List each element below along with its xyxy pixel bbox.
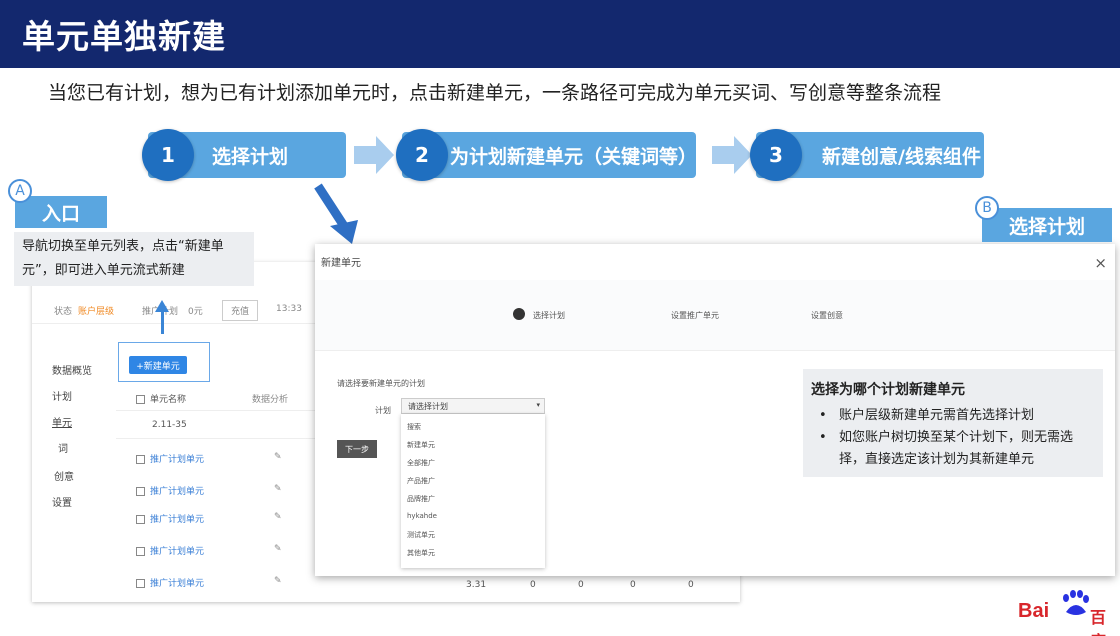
- row-checkbox[interactable]: [136, 579, 145, 588]
- unit-link[interactable]: 推广计划单元: [150, 455, 204, 465]
- plan-select[interactable]: 请选择计划 ▾: [401, 398, 545, 414]
- dialog-step-3: 设置创意: [811, 311, 843, 320]
- recharge-button[interactable]: 充值: [222, 300, 259, 321]
- dropdown-option[interactable]: 全部推广: [407, 458, 435, 468]
- logo-suffix: 百度: [1090, 610, 1107, 636]
- step-3: 3 新建创意/线索组件: [750, 129, 984, 181]
- current-step-dot: [513, 308, 525, 320]
- dialog-step-bar: 选择计划 设置推广单元 设置创意: [315, 280, 1115, 350]
- dropdown-option[interactable]: 其他单元: [407, 548, 435, 558]
- divider: [315, 350, 1115, 351]
- dropdown-option[interactable]: hykahde: [407, 512, 437, 520]
- table-row: 推广计划单元 ✎: [136, 484, 336, 497]
- dropdown-option[interactable]: 新建单元: [407, 440, 435, 450]
- select-all-checkbox[interactable]: [136, 395, 145, 404]
- sidebar-item-plan[interactable]: 计划: [52, 388, 72, 403]
- foot-value: 0: [578, 580, 584, 590]
- sidebar-item-overview[interactable]: 数据概览: [52, 362, 92, 377]
- plan-select-value: 请选择计划: [408, 402, 448, 411]
- header-bar: 单元单独新建: [0, 0, 1120, 68]
- step-1-number: 1: [142, 129, 194, 181]
- foot-value: 0: [630, 580, 636, 590]
- unit-name: 2.11-35: [152, 420, 187, 430]
- unit-link[interactable]: 推广计划单元: [150, 515, 204, 525]
- row-checkbox[interactable]: [136, 455, 145, 464]
- edit-icon[interactable]: ✎: [274, 544, 282, 554]
- unit-link[interactable]: 推广计划单元: [150, 487, 204, 497]
- row-checkbox[interactable]: [136, 515, 145, 524]
- note-title: 选择为哪个计划新建单元: [811, 382, 965, 398]
- edit-icon[interactable]: ✎: [274, 576, 282, 586]
- table-row: 推广计划单元 ✎: [136, 452, 336, 465]
- logo-text: Bai: [1018, 600, 1050, 622]
- edit-icon[interactable]: ✎: [274, 512, 282, 522]
- topbar-item: 13:33: [276, 304, 302, 314]
- step-3-label: 新建创意/线索组件: [822, 145, 981, 168]
- dropdown-option[interactable]: 测试单元: [407, 530, 435, 540]
- arrow-down-right-icon: [314, 183, 358, 244]
- plan-label: 计划: [375, 406, 391, 415]
- step-2-number: 2: [396, 129, 448, 181]
- paw-icon: [1063, 590, 1089, 615]
- step-2: 2 为计划新建单元（关键词等）: [396, 129, 698, 181]
- subtitle-text: 当您已有计划，想为已有计划添加单元时，点击新建单元，一条路径可完成为单元买词、写…: [48, 82, 942, 104]
- step-3-number: 3: [750, 129, 802, 181]
- table-row: 推广计划单元 ✎: [136, 576, 336, 589]
- edit-icon[interactable]: ✎: [274, 452, 282, 462]
- sidebar-item-creative[interactable]: 创意: [54, 468, 74, 483]
- chevron-down-icon: ▾: [536, 401, 540, 409]
- topbar-item: 0元: [188, 307, 203, 317]
- table-header: 单元名称 数据分析: [136, 392, 336, 405]
- unit-link[interactable]: 推广计划单元: [150, 547, 204, 557]
- foot-value: 3.31: [466, 580, 487, 590]
- entry-badge: A: [8, 179, 32, 203]
- row-checkbox[interactable]: [136, 487, 145, 496]
- section-b-badge: B: [975, 196, 999, 220]
- close-icon[interactable]: ×: [1094, 254, 1107, 272]
- dropdown-option[interactable]: 品牌推广: [407, 494, 435, 504]
- arrow-up-shaft: [161, 310, 164, 334]
- note-item: 账户层级新建单元需首先选择计划: [811, 405, 1095, 427]
- entry-description: 导航切换至单元列表，点击“新建单元”，即可进入单元流式新建: [14, 232, 254, 286]
- arrow-right-icon: [712, 136, 752, 174]
- col-status: 数据分析: [252, 395, 289, 405]
- step-1-label: 选择计划: [212, 145, 289, 168]
- next-button[interactable]: 下一步: [337, 440, 377, 458]
- page-title: 单元单独新建: [22, 17, 226, 56]
- dialog-step-2: 设置推广单元: [671, 311, 719, 320]
- row-checkbox[interactable]: [136, 547, 145, 556]
- step-2-label: 为计划新建单元（关键词等）: [450, 145, 698, 168]
- baidu-logo: Bai 百度: [1016, 586, 1120, 636]
- plan-dropdown: 搜索 新建单元 全部推广 产品推广 品牌推广 hykahde 测试单元 其他单元: [401, 414, 545, 568]
- note-item: 如您账户树切换至某个计划下，则无需选择，直接选定该计划为其新建单元: [811, 427, 1095, 471]
- dropdown-option[interactable]: 产品推广: [407, 476, 435, 486]
- foot-value: 0: [530, 580, 536, 590]
- note-box: 选择为哪个计划新建单元 账户层级新建单元需首先选择计划 如您账户树切换至某个计划…: [803, 369, 1103, 477]
- edit-icon[interactable]: ✎: [274, 484, 282, 494]
- step-1: 1 选择计划: [142, 129, 346, 181]
- dialog-step-1: 选择计划: [533, 311, 565, 320]
- entry-label: 入口: [15, 196, 107, 228]
- section-b-label: 选择计划: [982, 208, 1112, 242]
- sidebar-item-unit[interactable]: 单元: [52, 414, 72, 429]
- table-row: 推广计划单元 ✎: [136, 544, 336, 557]
- dropdown-option[interactable]: 搜索: [407, 422, 421, 432]
- dialog-title: 新建单元: [321, 258, 361, 269]
- sidebar-item-settings[interactable]: 设置: [52, 494, 72, 509]
- col-unit-name: 单元名称: [150, 395, 187, 405]
- sidebar-item-keyword[interactable]: 词: [58, 440, 68, 455]
- dialog-hint: 请选择要新建单元的计划: [337, 379, 425, 388]
- new-unit-button[interactable]: +新建单元: [129, 356, 187, 374]
- topbar-item: 账户层级: [78, 307, 115, 317]
- topbar-item: 状态: [54, 307, 73, 317]
- arrow-right-icon: [354, 136, 394, 174]
- foot-value: 0: [688, 580, 694, 590]
- table-row: 推广计划单元 ✎: [136, 512, 336, 525]
- unit-link[interactable]: 推广计划单元: [150, 579, 204, 589]
